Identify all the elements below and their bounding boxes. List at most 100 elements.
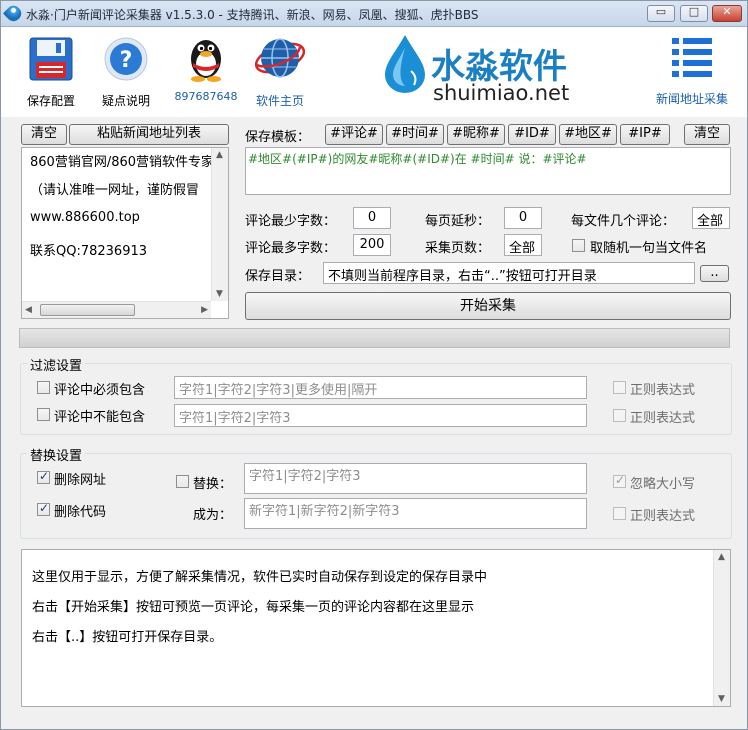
help-label: 疑点说明 xyxy=(101,94,150,108)
water-drop-logo-icon xyxy=(385,35,425,93)
insert-nickname-tag-button[interactable]: #昵称# xyxy=(447,124,505,145)
replace-to-input[interactable]: 新字符1|新字符2|新字符3 xyxy=(244,498,587,529)
must-not-contain-label: 评论中不能包含 xyxy=(54,410,146,425)
scroll-down-icon[interactable]: ▼ xyxy=(216,289,223,299)
maximize-button[interactable]: □ xyxy=(680,5,708,22)
save-dir-input[interactable]: 不填则当前程序目录，右击“..”按钮可打开目录 xyxy=(323,262,695,284)
insert-region-tag-button[interactable]: #地区# xyxy=(559,124,617,145)
scroll-right-icon[interactable]: ▶ xyxy=(201,305,208,315)
app-window: 水淼·门户新闻评论采集器 v1.5.3.0 - 支持腾讯、新浪、网易、凤凰、搜狐… xyxy=(0,0,748,730)
must-contain-regex-label: 正则表达式 xyxy=(630,383,696,398)
remove-code-label: 删除代码 xyxy=(54,505,107,520)
into-label: 成为： xyxy=(193,508,233,523)
help-icon: ? xyxy=(104,37,148,81)
close-icon: ✕ xyxy=(722,5,732,18)
template-textarea[interactable]: #地区#(#IP#)的网友#昵称#(#ID#)在 #时间# 说：#评论# xyxy=(245,147,731,195)
must-not-contain-input[interactable]: 字符1|字符2|字符3 xyxy=(174,404,587,427)
scroll-left-icon[interactable]: ◀ xyxy=(25,305,32,315)
filter-group-title: 过滤设置 xyxy=(27,355,86,374)
close-button[interactable]: ✕ xyxy=(712,5,742,22)
home-page-label: 软件主页 xyxy=(255,94,304,108)
ignore-case-label: 忽略大小写 xyxy=(630,477,696,492)
ignore-case-checkbox[interactable] xyxy=(613,473,626,488)
title-bar: 水淼·门户新闻评论采集器 v1.5.3.0 - 支持腾讯、新浪、网易、凤凰、搜狐… xyxy=(1,1,747,27)
scroll-up-icon[interactable]: ▲ xyxy=(718,552,725,562)
per-file-label: 每文件几个评论： xyxy=(571,214,676,229)
save-dir-label: 保存目录： xyxy=(245,269,311,284)
scrollbar-thumb[interactable] xyxy=(40,304,135,316)
home-page-button[interactable]: 软件主页 xyxy=(245,33,315,109)
remove-url-label: 删除网址 xyxy=(54,473,107,488)
news-url-collect-button[interactable]: 新闻地址采集 xyxy=(649,33,735,107)
minimize-icon: ▭ xyxy=(655,5,667,18)
must-contain-regex-checkbox[interactable] xyxy=(613,381,626,394)
clear-urls-button[interactable]: 清空 xyxy=(21,124,67,145)
must-not-contain-checkbox[interactable] xyxy=(37,408,50,421)
replace-checkbox[interactable] xyxy=(176,475,189,488)
replace-regex-checkbox[interactable] xyxy=(613,507,626,520)
maximize-icon: □ xyxy=(688,5,700,18)
window-title: 水淼·门户新闻评论采集器 v1.5.3.0 - 支持腾讯、新浪、网易、凤凰、搜狐… xyxy=(26,8,479,22)
replace-from-input[interactable]: 字符1|字符2|字符3 xyxy=(244,463,587,494)
toolbar: 保存配置 ? 疑点说明 897687648 软件主页 水淼软件 shuimiao… xyxy=(1,27,747,117)
url-line: 联系QQ:78236913 xyxy=(30,244,148,259)
insert-comment-tag-button[interactable]: #评论# xyxy=(325,124,383,145)
paste-urls-button[interactable]: 粘贴新闻地址列表 xyxy=(69,124,229,145)
news-url-collect-label: 新闻地址采集 xyxy=(655,92,728,106)
min-chars-input[interactable]: 0 xyxy=(353,207,391,229)
must-contain-label: 评论中必须包含 xyxy=(54,383,146,398)
remove-code-checkbox[interactable] xyxy=(37,501,50,516)
start-collect-button[interactable]: 开始采集 xyxy=(245,292,731,320)
must-not-contain-regex-checkbox[interactable] xyxy=(613,409,626,422)
min-chars-label: 评论最少字数： xyxy=(245,214,337,229)
app-water-drop-icon xyxy=(2,2,25,25)
remove-url-checkbox[interactable] xyxy=(37,469,50,484)
max-chars-input[interactable]: 200 xyxy=(353,234,391,256)
save-config-label: 保存配置 xyxy=(26,94,75,108)
log-vertical-scrollbar[interactable]: ▲ ▼ xyxy=(713,550,730,706)
minimize-button[interactable]: ▭ xyxy=(647,5,675,22)
max-chars-label: 评论最多字数： xyxy=(245,241,337,256)
random-filename-label: 取随机一句当文件名 xyxy=(590,241,708,256)
qq-contact-button[interactable]: 897687648 xyxy=(171,33,241,103)
qq-penguin-icon xyxy=(191,40,221,82)
url-list-box[interactable]: 860营销官网/860营销软件专家 （请认准唯一网址，谨防假冒 www.8866… xyxy=(21,147,229,319)
must-contain-checkbox[interactable] xyxy=(37,381,50,394)
brand-logo-mark xyxy=(377,33,433,98)
insert-ip-tag-button[interactable]: #IP# xyxy=(620,124,670,145)
page-delay-label: 每页延秒： xyxy=(425,214,491,229)
per-file-input[interactable]: 全部 xyxy=(692,207,730,229)
qq-number-label: 897687648 xyxy=(174,90,238,103)
clear-template-button[interactable]: 清空 xyxy=(684,124,730,145)
url-list-horizontal-scrollbar[interactable]: ◀ ▶ xyxy=(22,301,211,318)
help-button[interactable]: ? 疑点说明 xyxy=(96,35,156,109)
log-line: 右击【开始采集】按钮可预览一页评论，每采集一页的评论内容都在这里显示 xyxy=(32,600,475,615)
url-line: 860营销官网/860营销软件专家 xyxy=(30,155,215,170)
must-contain-input[interactable]: 字符1|字符2|字符3|更多使用|隔开 xyxy=(174,376,587,399)
floppy-disk-icon xyxy=(29,37,73,81)
random-filename-checkbox[interactable] xyxy=(572,239,585,252)
url-list-vertical-scrollbar[interactable]: ▲ ▼ xyxy=(211,148,228,301)
insert-time-tag-button[interactable]: #时间# xyxy=(386,124,444,145)
save-config-button[interactable]: 保存配置 xyxy=(21,35,81,109)
list-icon xyxy=(672,38,712,77)
brand-domain: shuimiao.net xyxy=(433,81,570,105)
insert-id-tag-button[interactable]: #ID# xyxy=(508,124,556,145)
template-label: 保存模板： xyxy=(245,130,311,145)
browse-dir-button[interactable]: .. xyxy=(700,265,729,282)
must-not-contain-regex-label: 正则表达式 xyxy=(630,411,696,426)
replace-label: 替换： xyxy=(193,477,233,492)
pages-input[interactable]: 全部 xyxy=(504,234,542,256)
log-line: 这里仅用于显示，方便了解采集情况，软件已实时自动保存到设定的保存目录中 xyxy=(32,570,488,585)
svg-text:?: ? xyxy=(120,48,133,73)
log-line: 右击【..】按钮可打开保存目录。 xyxy=(32,630,223,645)
page-delay-input[interactable]: 0 xyxy=(504,207,542,229)
scroll-up-icon[interactable]: ▲ xyxy=(216,150,223,160)
url-line: www.886600.top xyxy=(30,210,140,225)
pages-label: 采集页数： xyxy=(425,241,491,256)
replace-group-title: 替换设置 xyxy=(27,445,86,464)
progress-bar xyxy=(19,328,730,348)
scroll-down-icon[interactable]: ▼ xyxy=(718,694,725,704)
log-output-box[interactable]: 这里仅用于显示，方便了解采集情况，软件已实时自动保存到设定的保存目录中 右击【开… xyxy=(21,549,731,707)
globe-icon xyxy=(254,38,306,78)
